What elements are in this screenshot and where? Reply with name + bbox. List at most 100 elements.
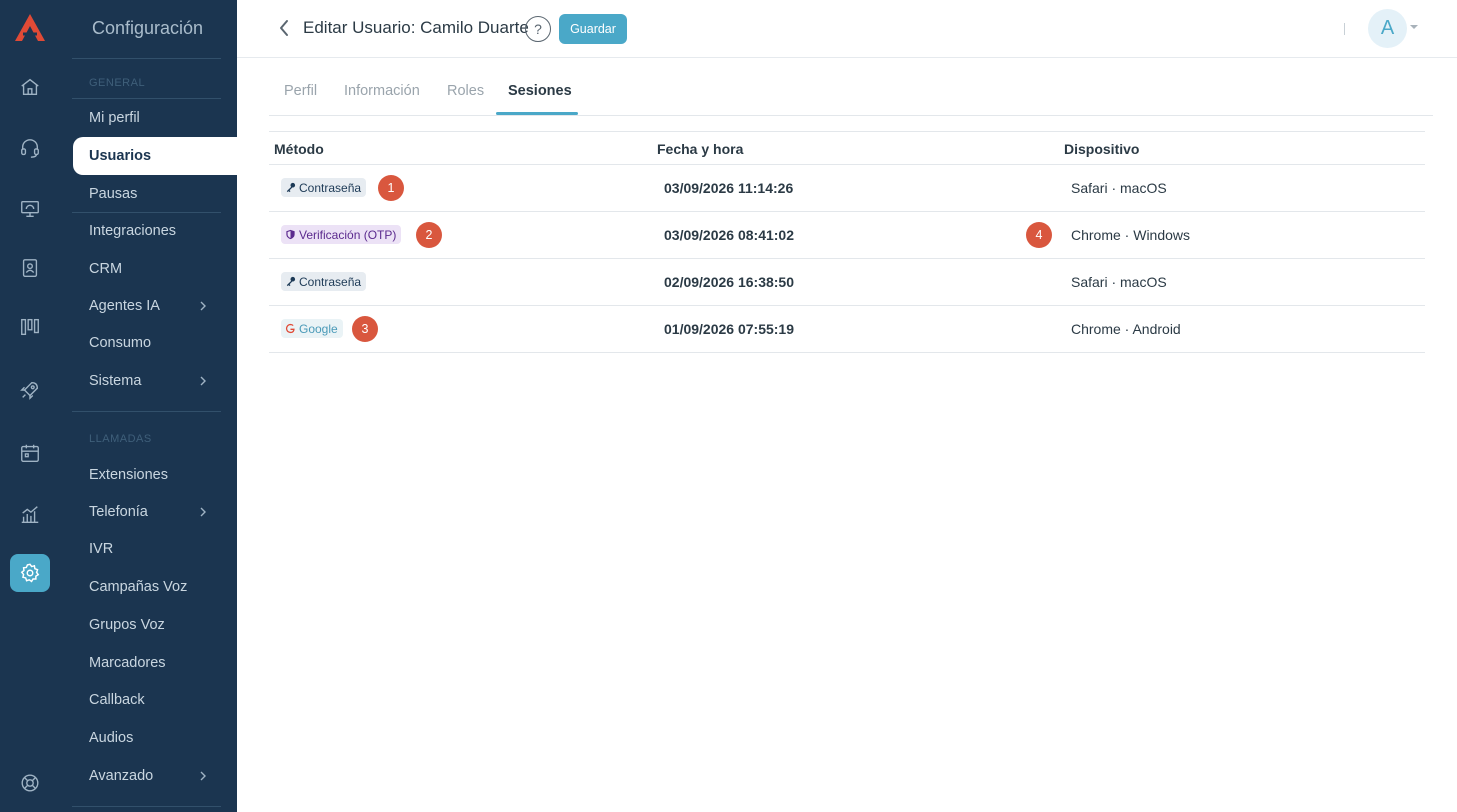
analytics-icon[interactable]	[10, 495, 50, 533]
sidebar-item-label: Sistema	[89, 373, 142, 389]
sidebar-item-extensiones[interactable]: Extensiones	[73, 456, 237, 494]
session-device: Safari · macOS	[1071, 180, 1167, 196]
sidebar-item-label: Agentes IA	[89, 298, 160, 314]
method-label: Contraseña	[299, 180, 362, 195]
table-row: Contraseña 1 03/09/2026 11:14:26 Safari …	[269, 165, 1425, 212]
session-device: Safari · macOS	[1071, 274, 1167, 290]
sidebar-item-ivr[interactable]: IVR	[73, 530, 237, 568]
column-header-fecha: Fecha y hora	[657, 141, 744, 157]
session-datetime: 03/09/2026 08:41:02	[664, 227, 794, 243]
rocket-icon[interactable]	[10, 371, 50, 409]
session-datetime: 02/09/2026 16:38:50	[664, 274, 794, 290]
sidebar-item-integraciones[interactable]: Integraciones	[73, 212, 237, 250]
sidebar-item-label: Usuarios	[89, 148, 152, 164]
sidebar-item-label: Audios	[89, 730, 134, 746]
session-device: Chrome · Android	[1071, 321, 1181, 337]
section-label-llamadas: LLAMADAS	[89, 433, 152, 445]
support-icon[interactable]	[10, 764, 50, 802]
tab-informacion[interactable]: Información	[344, 83, 420, 99]
help-button[interactable]: ?	[525, 16, 551, 42]
method-badge: Google	[281, 319, 343, 338]
session-device: Chrome · Windows	[1071, 227, 1191, 243]
method-badge: Contraseña	[281, 272, 367, 291]
sidebar-item-label: Telefonía	[89, 504, 148, 520]
sidebar-item-label: Pausas	[89, 186, 138, 202]
session-datetime: 03/09/2026 11:14:26	[664, 180, 794, 196]
sidebar-item-crm[interactable]: CRM	[73, 250, 237, 288]
column-header-metodo: Método	[274, 141, 324, 157]
method-label: Contraseña	[299, 274, 362, 289]
monitor-icon[interactable]	[10, 190, 50, 228]
sidebar-item-label: Campañas Voz	[89, 579, 188, 595]
divider	[72, 58, 221, 59]
shield-icon	[286, 229, 295, 240]
tab-sesiones[interactable]: Sesiones	[508, 83, 572, 99]
avatar[interactable]: A	[1368, 9, 1407, 48]
key-icon	[286, 276, 296, 287]
page-title: Editar Usuario: Camilo Duarte	[303, 18, 529, 37]
sidebar-item-callback[interactable]: Callback	[73, 681, 237, 719]
logo-icon	[15, 14, 45, 41]
sidebar-item-audios[interactable]: Audios	[73, 719, 237, 757]
sidebar-item-label: Avanzado	[89, 768, 154, 784]
table-header: Método Fecha y hora Dispositivo	[269, 131, 1425, 165]
sidebar-item-marcadores[interactable]: Marcadores	[73, 644, 237, 682]
sidebar-item-telefonia[interactable]: Telefonía	[73, 493, 237, 531]
sidebar-item-label: IVR	[89, 541, 114, 557]
sidebar-item-label: Consumo	[89, 335, 152, 351]
tab-bar: Perfil Información Roles Sesiones	[269, 70, 1433, 116]
back-arrow-icon[interactable]	[277, 18, 291, 38]
sidebar-item-label: Grupos Voz	[89, 617, 165, 633]
active-tab-indicator	[496, 112, 578, 115]
tab-perfil[interactable]: Perfil	[284, 83, 317, 99]
contacts-icon[interactable]	[10, 249, 50, 287]
table-row: Contraseña 02/09/2026 16:38:50 Safari · …	[269, 259, 1425, 306]
method-badge: Verificación (OTP)	[281, 225, 402, 244]
table-row: Verificación (OTP) 2 03/09/2026 08:41:02…	[269, 212, 1425, 259]
sidebar-item-sistema[interactable]: Sistema	[73, 362, 237, 400]
sidebar-item-label: Mi perfil	[89, 110, 140, 126]
annotation-marker: 4	[1026, 222, 1052, 248]
session-datetime: 01/09/2026 07:55:19	[664, 321, 794, 337]
table-row: Google 3 01/09/2026 07:55:19 Chrome · An…	[269, 306, 1425, 353]
divider	[72, 806, 221, 807]
settings-sidebar: Configuración GENERAL Mi perfil Usuarios…	[58, 0, 237, 812]
divider	[1344, 23, 1345, 35]
sidebar-item-consumo[interactable]: Consumo	[73, 324, 237, 362]
headset-icon[interactable]	[10, 129, 50, 167]
sidebar-item-campanas-voz[interactable]: Campañas Voz	[73, 568, 237, 606]
google-icon	[285, 323, 295, 334]
sidebar-item-label: Integraciones	[89, 223, 177, 239]
section-label-general: GENERAL	[89, 77, 146, 89]
columns-icon[interactable]	[10, 308, 50, 346]
annotation-marker: 1	[378, 175, 404, 201]
home-icon[interactable]	[10, 68, 50, 106]
sidebar-item-avanzado[interactable]: Avanzado	[73, 757, 237, 795]
sidebar-item-pausas[interactable]: Pausas	[58, 175, 237, 213]
column-header-dispositivo: Dispositivo	[1064, 141, 1140, 157]
chevron-right-icon	[200, 771, 206, 781]
sidebar-item-label: Callback	[89, 692, 145, 708]
app-window: Configuración GENERAL Mi perfil Usuarios…	[0, 0, 1457, 812]
sidebar-item-label: Marcadores	[89, 655, 166, 671]
key-icon	[286, 182, 296, 193]
tab-roles[interactable]: Roles	[447, 83, 484, 99]
sidebar-item-grupos-voz[interactable]: Grupos Voz	[73, 606, 237, 644]
save-button[interactable]: Guardar	[559, 14, 627, 44]
sessions-table: Método Fecha y hora Dispositivo Contrase…	[269, 131, 1425, 353]
settings-icon[interactable]	[10, 554, 50, 592]
divider	[72, 411, 221, 412]
sidebar-item-agentes-ia[interactable]: Agentes IA	[73, 287, 237, 325]
sidebar-title: Configuración	[92, 18, 204, 38]
calendar-icon[interactable]	[10, 434, 50, 472]
method-label: Google	[299, 321, 338, 336]
sidebar-item-mi-perfil[interactable]: Mi perfil	[58, 99, 237, 137]
annotation-marker: 2	[416, 222, 442, 248]
chevron-right-icon	[200, 507, 206, 517]
chevron-right-icon	[200, 376, 206, 386]
caret-down-icon[interactable]	[1410, 25, 1418, 29]
method-label: Verificación (OTP)	[299, 227, 397, 242]
chevron-right-icon	[200, 301, 206, 311]
sidebar-item-usuarios[interactable]: Usuarios	[73, 137, 237, 175]
sidebar-item-label: CRM	[89, 261, 123, 277]
